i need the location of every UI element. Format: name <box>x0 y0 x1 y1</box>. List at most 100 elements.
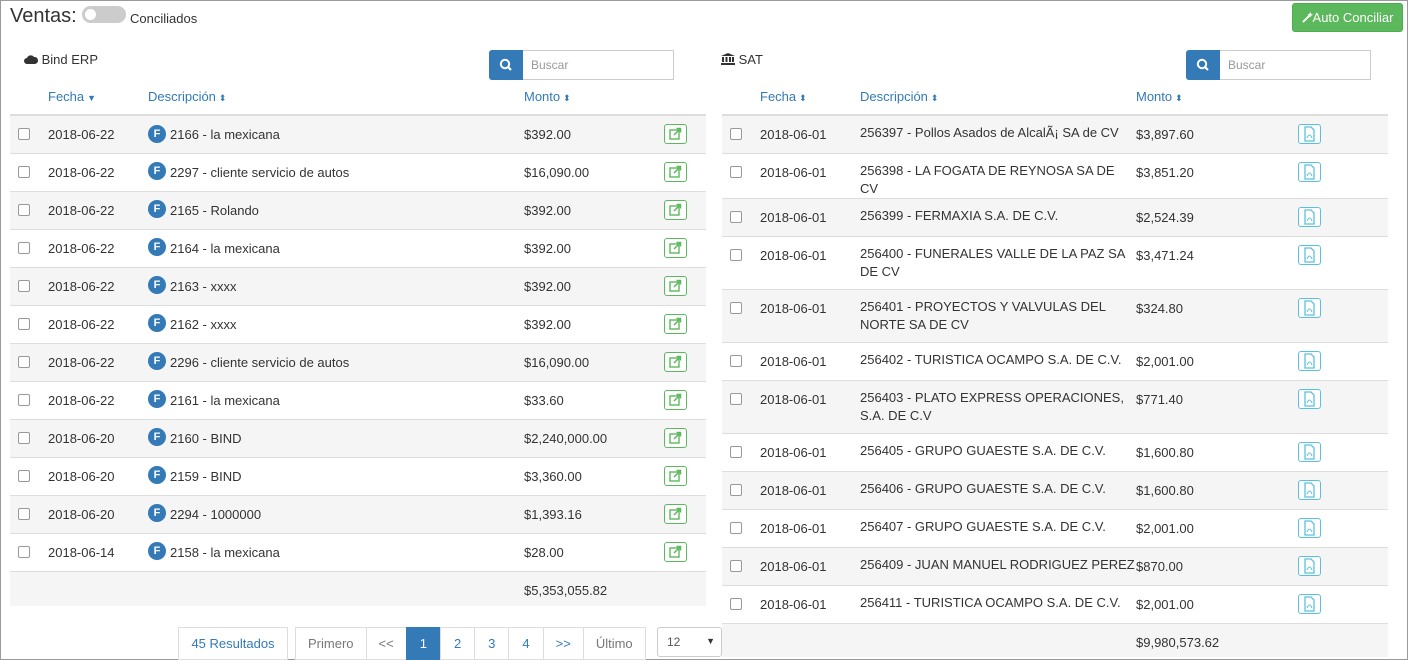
pdf-button[interactable] <box>1298 161 1321 182</box>
invoice-badge: F <box>148 162 166 181</box>
right-col-fecha[interactable]: Fecha ⬍ <box>760 79 860 116</box>
left-col-descripcion[interactable]: Descripción ⬍ <box>148 79 524 116</box>
table-row[interactable]: 2018-06-01 256400 - FUNERALES VALLE DE LA… <box>722 235 1388 289</box>
row-checkbox[interactable] <box>18 507 30 520</box>
row-checkbox[interactable] <box>18 279 30 292</box>
pdf-button[interactable] <box>1298 206 1321 227</box>
page-link[interactable]: Último <box>582 627 646 660</box>
sort-icon: ⬍ <box>799 93 807 103</box>
table-row[interactable]: 2018-06-22 F 2296 - cliente servicio de au… <box>10 342 706 381</box>
table-row[interactable]: 2018-06-01 256407 - GRUPO GUAESTE S.A. DE… <box>722 508 1388 547</box>
open-link-button[interactable] <box>664 503 687 524</box>
open-link-button[interactable] <box>664 465 687 486</box>
row-checkbox[interactable] <box>18 317 30 330</box>
open-link-button[interactable] <box>664 427 687 448</box>
table-row[interactable]: 2018-06-01 256399 - FERMAXIA S.A. DE C.V.… <box>722 197 1388 236</box>
left-col-monto[interactable]: Monto ⬍ <box>524 79 664 116</box>
right-col-monto[interactable]: Monto ⬍ <box>1136 79 1286 116</box>
row-checkbox[interactable] <box>18 393 30 406</box>
table-row[interactable]: 2018-06-22 F 2163 - xxxx $392.00 <box>10 266 706 305</box>
pdf-button[interactable] <box>1298 350 1321 371</box>
table-row[interactable]: 2018-06-22 F 2165 - Rolando $392.00 <box>10 190 706 229</box>
open-link-button[interactable] <box>664 161 687 182</box>
row-checkbox[interactable] <box>18 545 30 558</box>
pdf-button[interactable] <box>1298 593 1321 614</box>
table-row[interactable]: 2018-06-01 256405 - GRUPO GUAESTE S.A. DE… <box>722 432 1388 471</box>
open-link-button[interactable] <box>664 199 687 220</box>
open-link-button[interactable] <box>664 389 687 410</box>
conciliados-toggle[interactable] <box>82 6 126 23</box>
page-link[interactable]: 4 <box>508 627 544 660</box>
row-checkbox[interactable] <box>730 128 742 140</box>
pdf-button[interactable] <box>1298 244 1321 265</box>
row-checkbox[interactable] <box>18 431 30 444</box>
row-checkbox[interactable] <box>730 354 742 367</box>
table-row[interactable]: 2018-06-22 F 2162 - xxxx $392.00 <box>10 304 706 343</box>
table-row[interactable]: 2018-06-22 F 2164 - la mexicana $392.00 <box>10 228 706 267</box>
table-row[interactable]: 2018-06-01 256406 - GRUPO GUAESTE S.A. DE… <box>722 470 1388 509</box>
row-checkbox[interactable] <box>730 248 742 261</box>
page-link[interactable]: 2 <box>439 627 476 660</box>
open-link-button[interactable] <box>664 237 687 258</box>
row-checkbox[interactable] <box>730 210 742 223</box>
left-search-input[interactable] <box>523 50 674 80</box>
table-row[interactable]: 2018-06-20 F 2294 - 1000000 $1,393.16 <box>10 494 706 533</box>
row-checkbox[interactable] <box>18 241 30 254</box>
row-checkbox[interactable] <box>730 301 742 314</box>
left-search-button[interactable] <box>489 50 523 80</box>
table-row[interactable]: 2018-06-01 256397 - Pollos Asados de Alca… <box>722 114 1388 153</box>
table-row[interactable]: 2018-06-20 F 2160 - BIND $2,240,000.00 <box>10 418 706 457</box>
open-link-button[interactable] <box>664 124 687 144</box>
right-search-input[interactable] <box>1220 50 1371 80</box>
pdf-file-icon <box>1304 557 1315 574</box>
pdf-button[interactable] <box>1298 388 1321 409</box>
row-checkbox[interactable] <box>730 165 742 178</box>
left-col-fecha[interactable]: Fecha ▼ <box>48 79 148 116</box>
pdf-button[interactable] <box>1298 124 1321 144</box>
table-row[interactable]: 2018-06-01 256402 - TURISTICA OCAMPO S.A.… <box>722 341 1388 380</box>
table-row[interactable]: 2018-06-01 256409 - JUAN MANUEL RODRIGUEZ… <box>722 546 1388 585</box>
table-row[interactable]: 2018-06-20 F 2159 - BIND $3,360.00 <box>10 456 706 495</box>
row-checkbox[interactable] <box>18 355 30 368</box>
open-link-button[interactable] <box>664 351 687 372</box>
page-link[interactable]: 1 <box>405 627 441 660</box>
row-checkbox[interactable] <box>730 597 742 610</box>
row-checkbox[interactable] <box>18 203 30 216</box>
open-link-button[interactable] <box>664 275 687 296</box>
open-link-button[interactable] <box>664 541 687 562</box>
pdf-button[interactable] <box>1298 517 1321 538</box>
row-checkbox[interactable] <box>730 521 742 534</box>
table-row[interactable]: 2018-06-22 F 2161 - la mexicana $33.60 <box>10 380 706 419</box>
right-search-button[interactable] <box>1186 50 1220 80</box>
page-link[interactable]: 3 <box>474 627 510 660</box>
page-link[interactable]: Primero <box>295 627 367 660</box>
open-link-button[interactable] <box>664 313 687 334</box>
row-checkbox[interactable] <box>18 165 30 178</box>
table-row[interactable]: 2018-06-22 F 2166 - la mexicana $392.00 <box>10 114 706 153</box>
auto-conciliar-button[interactable]: Auto Conciliar <box>1292 3 1403 32</box>
right-total: $9,980,573.62 <box>1136 622 1286 657</box>
row-fecha: 2018-06-22 <box>48 266 148 305</box>
row-checkbox[interactable] <box>730 445 742 458</box>
table-row[interactable]: 2018-06-14 F 2158 - la mexicana $28.00 <box>10 532 706 571</box>
page-link[interactable]: << <box>365 627 407 660</box>
pdf-button[interactable] <box>1298 555 1321 576</box>
row-checkbox[interactable] <box>18 128 30 140</box>
table-row[interactable]: 2018-06-22 F 2297 - cliente servicio de au… <box>10 152 706 191</box>
row-checkbox[interactable] <box>730 392 742 405</box>
right-col-descripcion[interactable]: Descripción ⬍ <box>860 79 1136 116</box>
row-checkbox[interactable] <box>730 559 742 572</box>
row-checkbox[interactable] <box>18 469 30 482</box>
pdf-file-icon <box>1304 163 1315 180</box>
table-row[interactable]: 2018-06-01 256411 - TURISTICA OCAMPO S.A.… <box>722 584 1388 623</box>
page-link[interactable]: >> <box>542 627 584 660</box>
pdf-button[interactable] <box>1298 479 1321 500</box>
table-row[interactable]: 2018-06-01 256403 - PLATO EXPRESS OPERACI… <box>722 379 1388 433</box>
per-page-select[interactable]: 12 ▼ <box>657 627 722 657</box>
row-checkbox[interactable] <box>730 483 742 496</box>
table-row[interactable]: 2018-06-01 256401 - PROYECTOS Y VALVULAS … <box>722 288 1388 342</box>
total-spacer <box>664 570 706 606</box>
pdf-button[interactable] <box>1298 297 1321 318</box>
pdf-button[interactable] <box>1298 441 1321 462</box>
table-row[interactable]: 2018-06-01 256398 - LA FOGATA DE REYNOSA … <box>722 152 1388 198</box>
